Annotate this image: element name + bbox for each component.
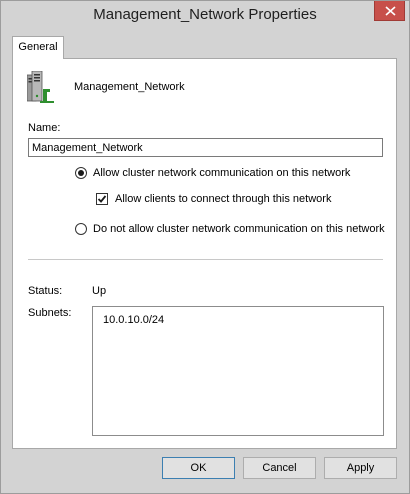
do-not-allow-radio[interactable] xyxy=(75,223,87,235)
status-value: Up xyxy=(92,285,107,297)
tab-general[interactable]: General xyxy=(12,36,64,59)
window-title: Management_Network Properties xyxy=(93,6,317,23)
cancel-button[interactable]: Cancel xyxy=(243,457,316,479)
status-label: Status: xyxy=(28,285,63,297)
radio-selected-dot xyxy=(78,170,84,176)
section-divider xyxy=(28,259,383,260)
ok-button[interactable]: OK xyxy=(162,457,235,479)
close-icon xyxy=(385,6,396,16)
close-button[interactable] xyxy=(374,1,405,21)
list-item[interactable]: 10.0.10.0/24 xyxy=(103,314,164,326)
server-network-icon xyxy=(27,71,54,103)
do-not-allow-label[interactable]: Do not allow cluster network communicati… xyxy=(93,223,385,235)
network-name-header: Management_Network xyxy=(74,81,185,93)
allow-cluster-label[interactable]: Allow cluster network communication on t… xyxy=(93,167,350,179)
apply-button[interactable]: Apply xyxy=(324,457,397,479)
properties-dialog: Management_Network Properties General Ma… xyxy=(0,0,410,494)
name-label: Name: xyxy=(28,122,61,134)
subnets-list[interactable]: 10.0.10.0/24 xyxy=(92,306,384,436)
checkmark-icon xyxy=(97,195,107,203)
name-field[interactable] xyxy=(28,138,383,157)
allow-clients-label[interactable]: Allow clients to connect through this ne… xyxy=(115,193,331,205)
subnets-label: Subnets: xyxy=(28,307,72,319)
allow-cluster-radio[interactable] xyxy=(75,167,87,179)
allow-clients-checkbox[interactable] xyxy=(96,193,108,205)
title-bar[interactable]: Management_Network Properties xyxy=(1,1,409,31)
